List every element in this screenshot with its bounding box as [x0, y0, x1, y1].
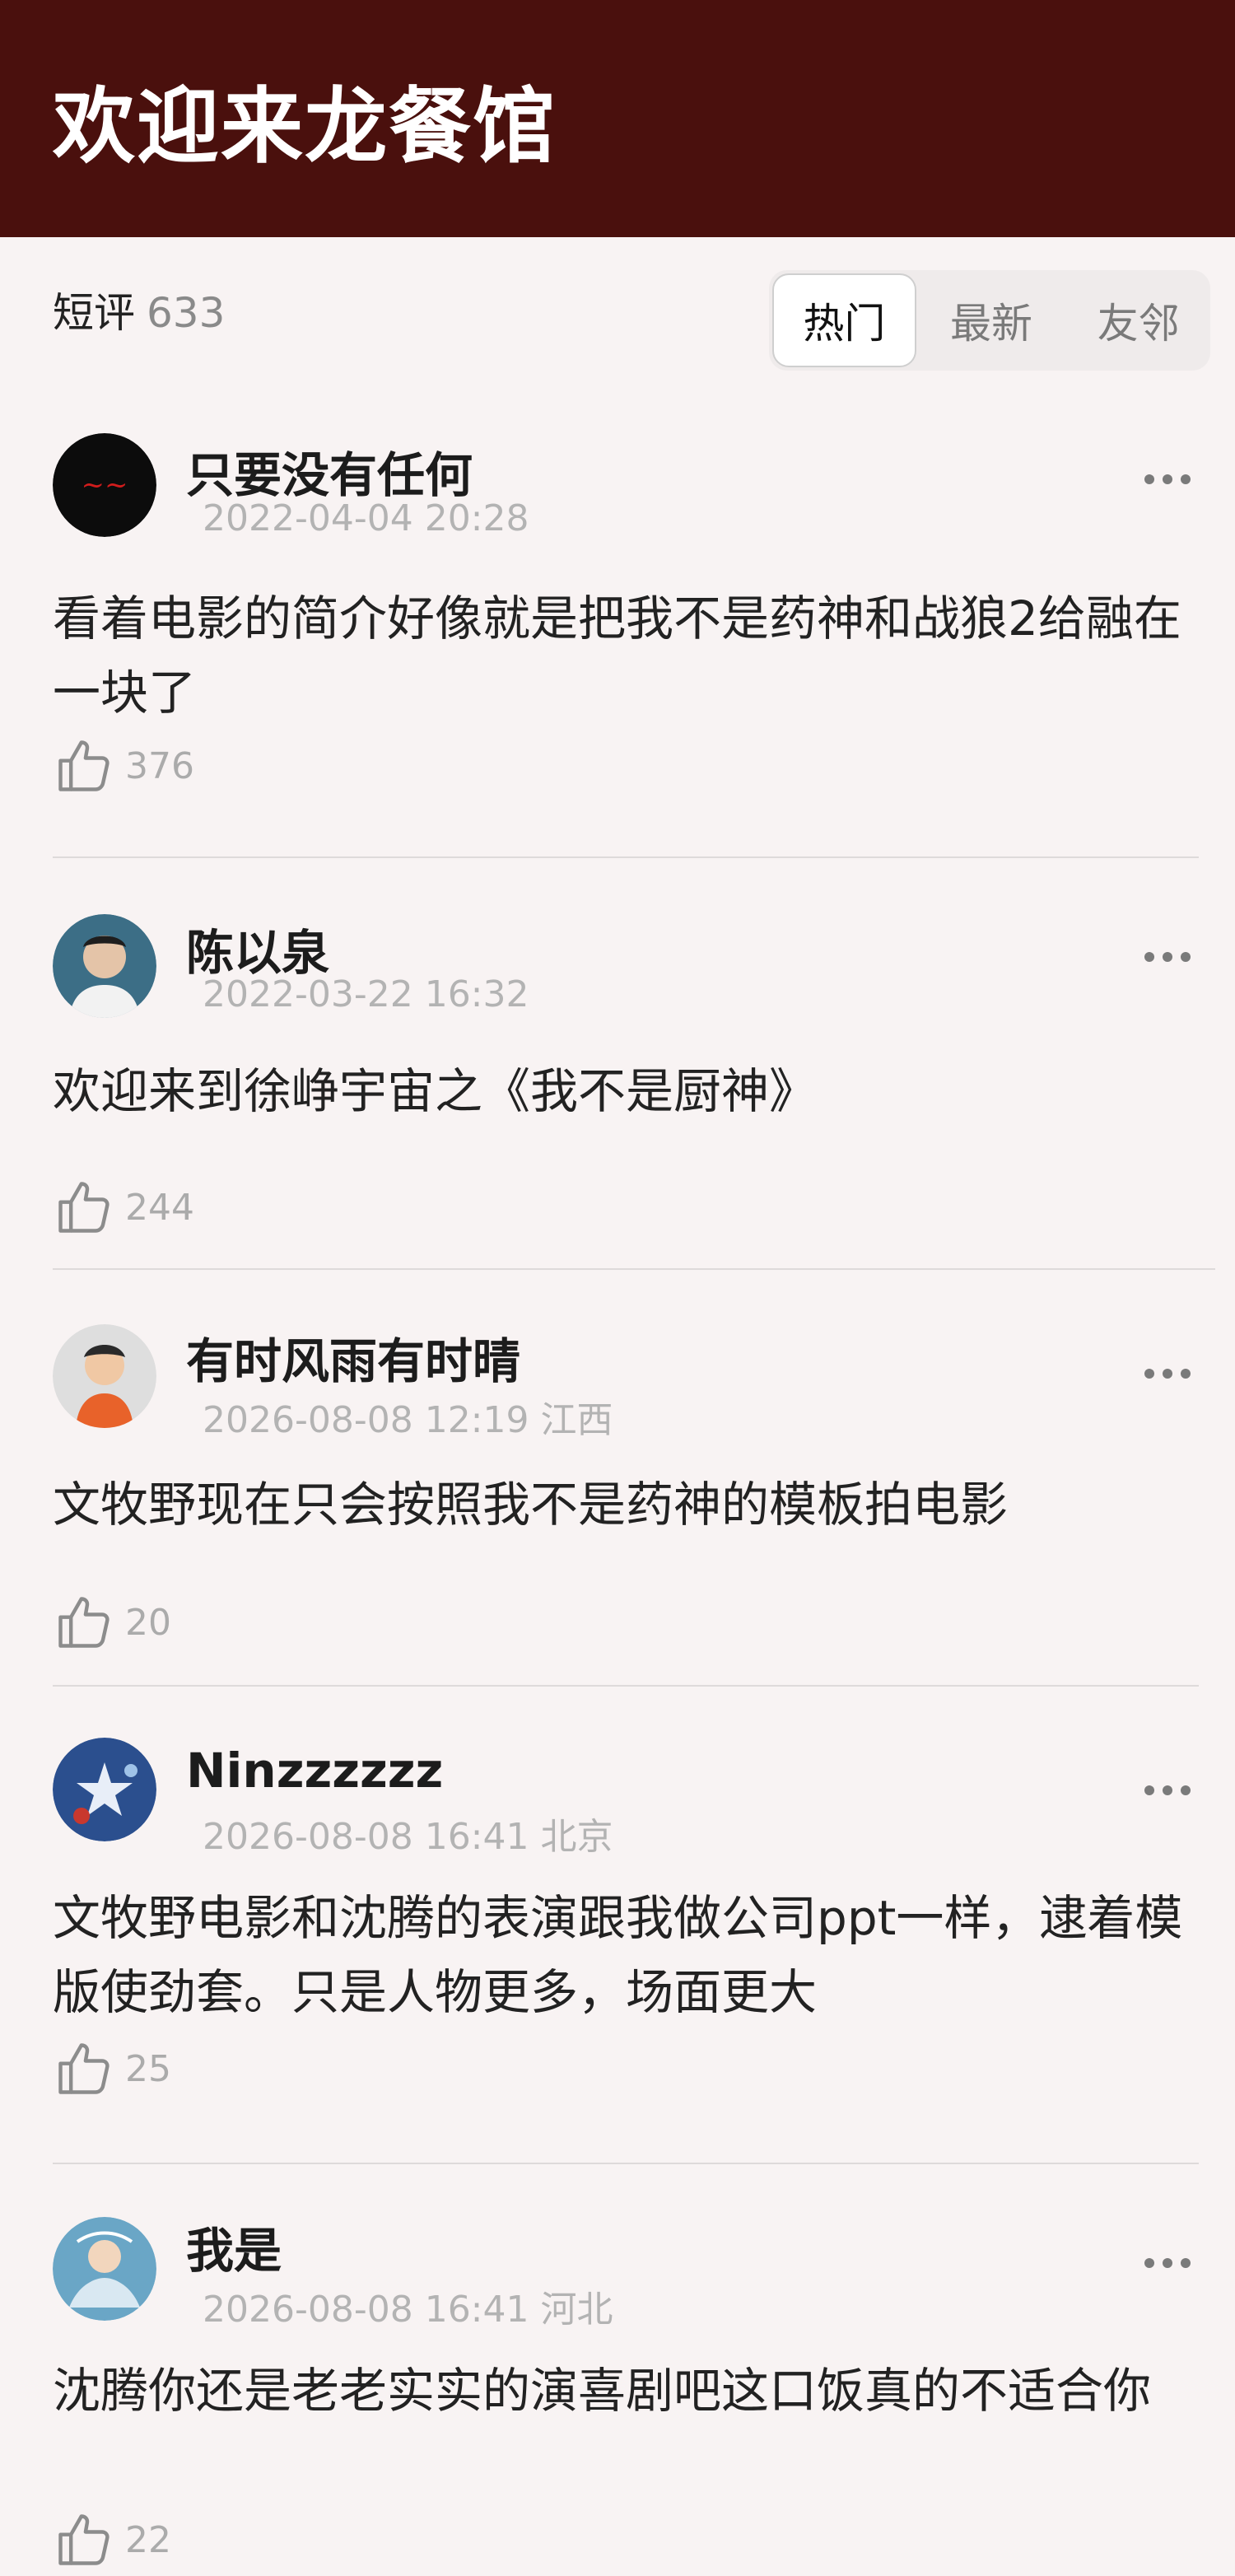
username[interactable]: Ninzzzzzz	[186, 1743, 443, 1799]
like-count: 25	[125, 2047, 171, 2090]
like-button[interactable]: 244	[53, 1176, 194, 1239]
sort-tabs: 热门 最新 友邻	[769, 270, 1210, 371]
more-dots-icon[interactable]	[1144, 2258, 1191, 2268]
more-dots-icon[interactable]	[1144, 952, 1191, 962]
avatar[interactable]	[53, 1738, 156, 1841]
comment-text: 沈腾你还是老老实实的演喜剧吧这口饭真的不适合你	[53, 2363, 1152, 2419]
avatar[interactable]	[53, 914, 156, 1018]
comment-time: 2022-04-04 20:28	[203, 497, 529, 539]
username[interactable]: 有时风雨有时晴	[186, 1323, 520, 1392]
like-button[interactable]: 22	[53, 2508, 171, 2571]
comment-count: 短评 633	[53, 280, 225, 339]
more-dots-icon[interactable]	[1144, 474, 1191, 484]
page-title: 欢迎来龙餐馆	[53, 77, 557, 175]
like-button[interactable]: 25	[53, 2037, 171, 2100]
thumbs-up-icon	[58, 1597, 110, 1648]
like-button[interactable]: 376	[53, 735, 194, 797]
avatar[interactable]: ~~	[53, 433, 156, 537]
tab-friends[interactable]: 友邻	[1066, 273, 1210, 367]
comment-item: 陈以泉 2022-03-22 16:32 欢迎来到徐峥宇宙之《我不是厨神》 24…	[0, 858, 1235, 1270]
like-count: 376	[125, 744, 194, 787]
comment-text: 文牧野现在只会按照我不是药神的模板拍电影	[53, 1477, 1009, 1533]
thumbs-up-icon	[58, 1182, 110, 1233]
like-count: 244	[125, 1186, 194, 1229]
comment-item: 有时风雨有时晴 2026-08-08 12:19 江西 文牧野现在只会按照我不是…	[0, 1270, 1235, 1687]
comment-text: 欢迎来到徐峥宇宙之《我不是厨神》	[53, 1063, 818, 1119]
like-count: 22	[125, 2518, 171, 2561]
count-label: 短评	[53, 289, 135, 337]
comment-time: 2022-03-22 16:32	[203, 973, 529, 1015]
more-dots-icon[interactable]	[1144, 1785, 1191, 1795]
comment-time: 2026-08-08 16:41 北京	[203, 1816, 613, 1858]
app-header: 欢迎来龙餐馆	[0, 0, 1235, 237]
avatar[interactable]	[53, 2217, 156, 2321]
comment-time: 2026-08-08 16:41 河北	[203, 2289, 613, 2331]
tab-latest[interactable]: 最新	[920, 273, 1064, 367]
more-dots-icon[interactable]	[1144, 1369, 1191, 1379]
comment-item: Ninzzzzzz 2026-08-08 16:41 北京 文牧野电影和沈腾的表…	[0, 1687, 1235, 2164]
avatar[interactable]	[53, 1324, 156, 1428]
comments-toolbar: 短评 633 热门 最新 友邻	[0, 237, 1235, 390]
svg-text:~~: ~~	[82, 469, 128, 502]
thumbs-up-icon	[58, 2514, 110, 2565]
username[interactable]: 我是	[186, 2212, 282, 2281]
comment-item: 我是 2026-08-08 16:41 河北 沈腾你还是老老实实的演喜剧吧这口饭…	[0, 2164, 1235, 2576]
like-button[interactable]: 20	[53, 1591, 171, 1654]
tab-hot[interactable]: 热门	[772, 273, 916, 367]
thumbs-up-icon	[58, 2043, 110, 2094]
count-number: 633	[147, 289, 226, 337]
thumbs-up-icon	[58, 740, 110, 791]
username[interactable]: 只要没有任何	[186, 436, 473, 506]
comment-time: 2026-08-08 12:19 江西	[203, 1399, 613, 1441]
comment-text: 文牧野电影和沈腾的表演跟我做公司ppt一样，逮着模版使劲套。只是人物更多，场面更…	[53, 1890, 1183, 2020]
comment-item: ~~ 只要没有任何 2022-04-04 20:28 看着电影的简介好像就是把我…	[0, 390, 1235, 858]
comment-text: 看着电影的简介好像就是把我不是药神和战狼2给融在一块了	[53, 590, 1181, 721]
like-count: 20	[125, 1601, 171, 1644]
